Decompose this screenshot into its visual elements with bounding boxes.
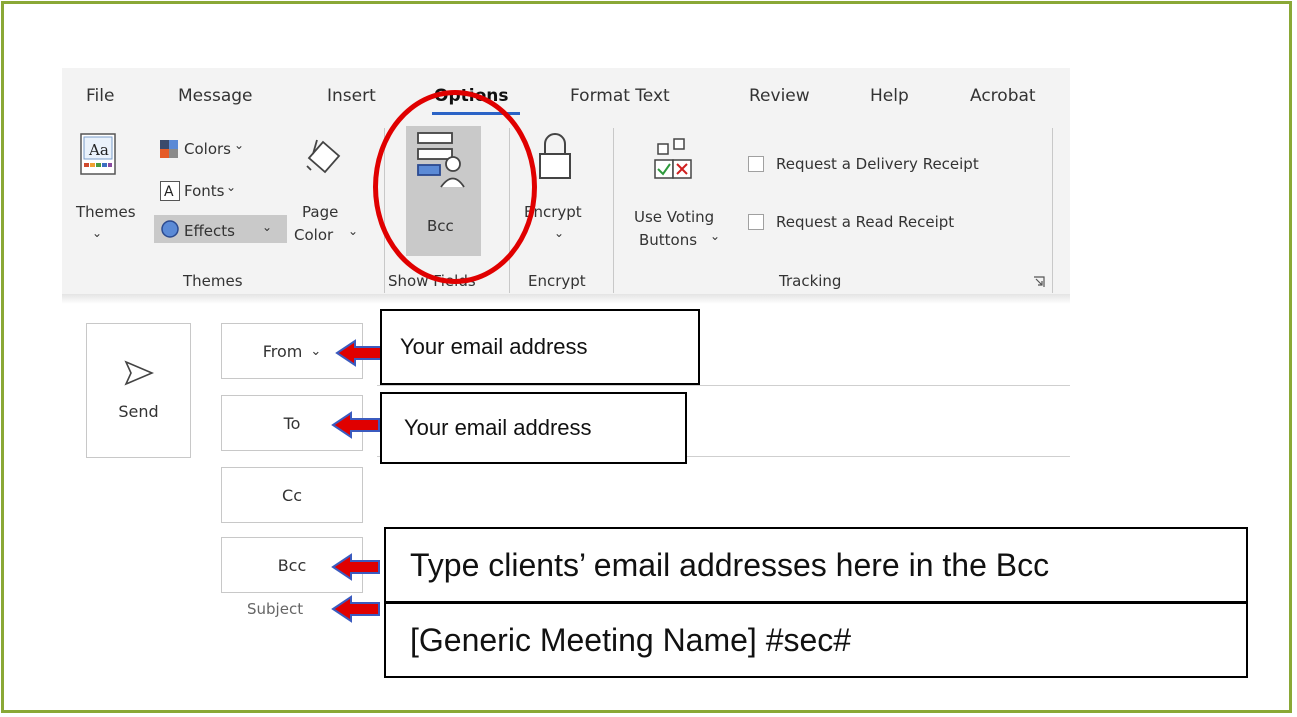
from-field-line xyxy=(377,385,1070,386)
arrow-left-icon xyxy=(331,411,380,439)
callout-bcc-text: Type clients’ email addresses here in th… xyxy=(410,546,1050,583)
callout-subject-text: [Generic Meeting Name] #sec# xyxy=(410,621,852,658)
group-separator xyxy=(613,128,614,293)
lock-icon xyxy=(539,133,571,179)
arrow-left-icon xyxy=(331,553,380,581)
svg-text:A: A xyxy=(164,184,174,200)
page-color-label-line2: Color xyxy=(294,226,334,244)
page-color-label-line1: Page xyxy=(302,203,339,221)
group-label-encrypt: Encrypt xyxy=(528,272,586,290)
read-receipt-label: Request a Read Receipt xyxy=(776,213,955,231)
voting-label-line2: Buttons xyxy=(639,231,698,249)
tab-message[interactable]: Message xyxy=(178,86,253,106)
voting-icon xyxy=(654,138,692,179)
highlight-ellipse xyxy=(373,90,537,284)
read-receipt-checkbox[interactable] xyxy=(748,214,764,230)
group-separator xyxy=(1052,128,1053,293)
callout-bcc: Type clients’ email addresses here in th… xyxy=(384,527,1248,603)
send-label: Send xyxy=(118,402,159,421)
chevron-down-icon: ⌄ xyxy=(226,180,237,194)
tab-format-text[interactable]: Format Text xyxy=(570,86,670,106)
chevron-down-icon: ⌄ xyxy=(262,220,273,234)
chevron-down-icon: ⌄ xyxy=(234,138,245,152)
ribbon-shadow xyxy=(62,294,1070,304)
fonts-icon: A xyxy=(160,181,180,201)
cc-label: Cc xyxy=(282,485,302,505)
callout-to-text: Your email address xyxy=(404,415,592,440)
subject-label: Subject xyxy=(247,600,304,618)
fonts-label: Fonts xyxy=(184,182,225,200)
tab-acrobat[interactable]: Acrobat xyxy=(970,86,1036,106)
cc-button[interactable]: Cc xyxy=(221,467,363,523)
callout-from: Your email address xyxy=(380,309,700,385)
effects-icon xyxy=(161,220,179,238)
effects-label: Effects xyxy=(184,222,235,240)
arrow-left-icon xyxy=(335,339,384,367)
chevron-down-icon: ⌄ xyxy=(710,229,721,243)
delivery-receipt-label: Request a Delivery Receipt xyxy=(776,155,979,173)
voting-label-line1: Use Voting xyxy=(634,208,715,226)
bcc-field-label: Bcc xyxy=(277,555,307,575)
colors-icon xyxy=(160,140,178,158)
themes-button-label: Themes xyxy=(76,203,136,221)
send-icon xyxy=(123,360,154,386)
chevron-down-icon: ⌄ xyxy=(310,343,322,359)
dialog-launcher-icon[interactable] xyxy=(1033,276,1045,288)
svg-text:Aa: Aa xyxy=(88,141,109,159)
paint-bucket-icon xyxy=(306,139,341,174)
group-label-themes: Themes xyxy=(183,272,243,290)
send-button[interactable]: Send xyxy=(86,323,191,458)
chevron-down-icon: ⌄ xyxy=(92,226,103,240)
delivery-receipt-checkbox[interactable] xyxy=(748,156,764,172)
callout-to: Your email address xyxy=(380,392,687,464)
chevron-down-icon: ⌄ xyxy=(348,224,359,238)
colors-label: Colors xyxy=(184,140,231,158)
callout-subject: [Generic Meeting Name] #sec# xyxy=(384,602,1248,678)
tab-insert[interactable]: Insert xyxy=(327,86,376,106)
group-label-tracking: Tracking xyxy=(779,272,842,290)
tab-review[interactable]: Review xyxy=(749,86,810,106)
callout-from-text: Your email address xyxy=(400,334,588,359)
tab-file[interactable]: File xyxy=(86,86,114,106)
themes-icon: Aa xyxy=(80,133,116,175)
chevron-down-icon: ⌄ xyxy=(554,226,565,240)
arrow-left-icon xyxy=(331,595,380,623)
to-label: To xyxy=(283,413,301,433)
tab-help[interactable]: Help xyxy=(870,86,909,106)
from-label: From xyxy=(262,341,303,361)
